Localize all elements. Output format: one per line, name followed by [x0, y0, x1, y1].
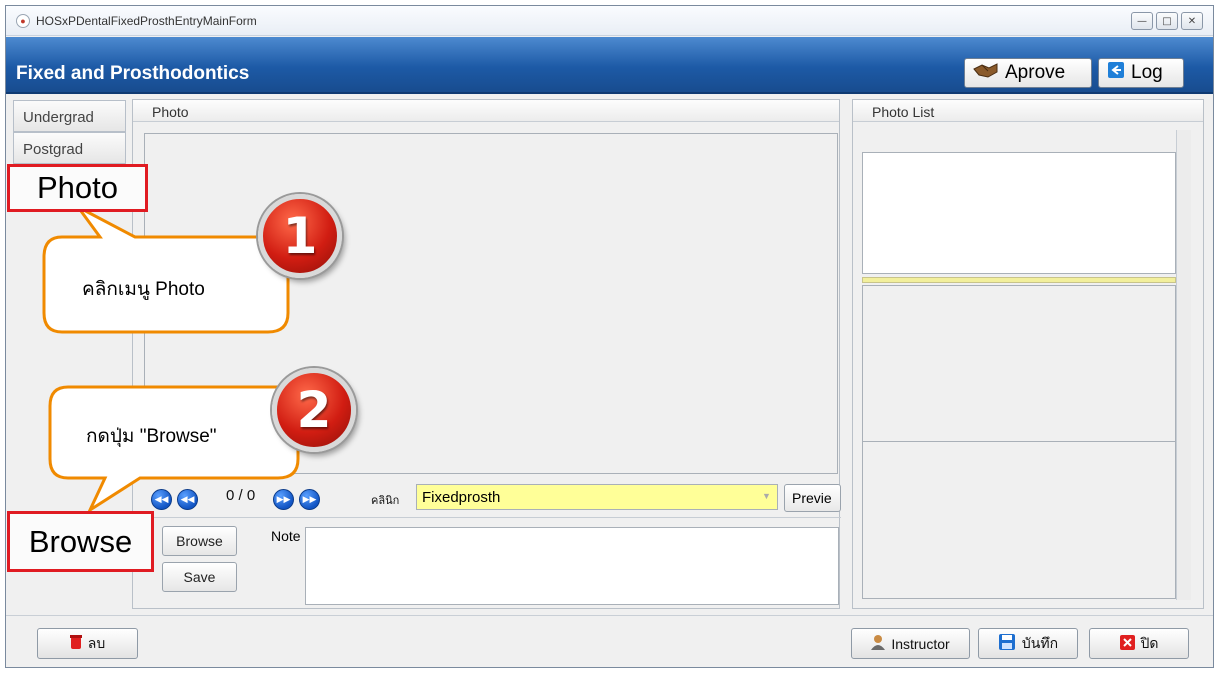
- callout-shapes: [42, 205, 300, 515]
- step-2-badge: 2: [272, 368, 356, 452]
- highlight-browse-button[interactable]: Browse: [7, 511, 154, 572]
- callout-2-text: กดปุ่ม "Browse": [86, 426, 217, 447]
- step-1-badge: 1: [258, 194, 342, 278]
- callout-1-bubble: [42, 205, 290, 334]
- callout-1-text: คลิกเมนู Photo: [82, 279, 205, 300]
- highlight-photo-tab[interactable]: Photo: [7, 164, 148, 212]
